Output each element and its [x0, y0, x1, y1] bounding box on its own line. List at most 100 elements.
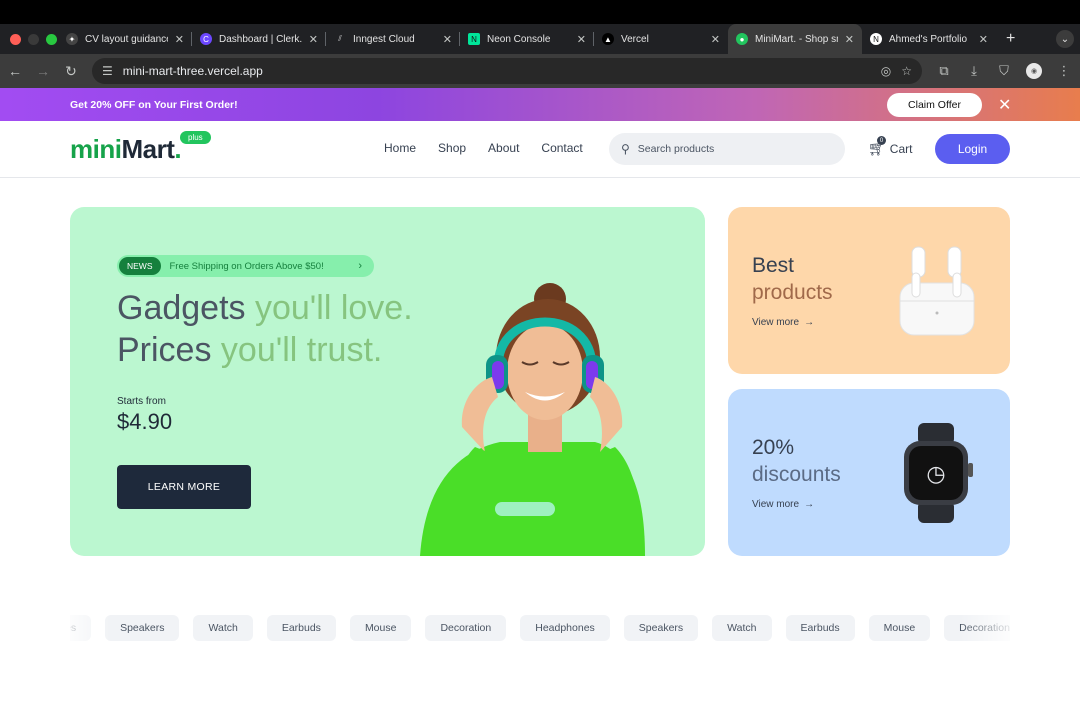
- headline-part: Gadgets: [117, 289, 255, 327]
- inngest-icon: ⫽: [338, 34, 342, 43]
- close-tab-icon[interactable]: ✕: [443, 33, 452, 46]
- card-title-line: 20%: [752, 436, 795, 459]
- arrow-right-icon: →: [804, 317, 815, 328]
- nav-contact[interactable]: Contact: [541, 141, 582, 155]
- browser-tab[interactable]: N Ahmed's Portfolio ✕: [862, 24, 996, 54]
- card-title-highlight: products: [752, 281, 833, 304]
- headline-part: Prices: [117, 331, 221, 369]
- category-chip[interactable]: Headphones: [520, 615, 610, 641]
- close-tab-icon[interactable]: ✕: [845, 33, 854, 46]
- window-controls: [0, 33, 58, 45]
- new-tab-icon[interactable]: +: [1006, 30, 1015, 48]
- eye-off-icon[interactable]: ◎: [881, 64, 891, 78]
- close-tab-icon[interactable]: ✕: [175, 33, 184, 46]
- search-input[interactable]: [637, 143, 818, 155]
- starting-price: $4.90: [117, 409, 173, 434]
- woman-with-headphones-image: [420, 283, 645, 556]
- cart-icon: 🛒︎ 0: [868, 136, 886, 156]
- site-settings-icon[interactable]: ☰: [102, 64, 113, 78]
- search-box[interactable]: ⚲: [609, 133, 845, 165]
- back-arrow-icon[interactable]: ←: [8, 63, 22, 79]
- view-more-link[interactable]: View more →: [752, 499, 814, 510]
- browser-tab[interactable]: ▲ Vercel ✕: [594, 24, 728, 54]
- profile-avatar[interactable]: ◉: [1026, 63, 1042, 79]
- reload-icon[interactable]: ↻: [64, 63, 78, 80]
- nav-shop[interactable]: Shop: [438, 141, 466, 155]
- extensions-icon[interactable]: ⧉: [936, 63, 952, 79]
- chevron-right-icon: ›: [358, 260, 362, 272]
- browser-tab[interactable]: ⫽ Inngest Cloud ✕: [326, 24, 460, 54]
- tab-title: Inngest Cloud: [353, 33, 415, 45]
- chips-fade-left: [60, 610, 110, 646]
- headline-highlight: you'll love.: [254, 289, 413, 327]
- category-chip[interactable]: Earbuds: [266, 615, 336, 641]
- kebab-menu-icon[interactable]: ⋮: [1056, 63, 1072, 79]
- maximize-window-button[interactable]: [46, 33, 57, 45]
- portfolio-icon: N: [870, 33, 882, 45]
- search-icon: ⚲: [621, 142, 630, 156]
- download-icon[interactable]: ⤓: [966, 63, 982, 79]
- discounts-card[interactable]: 20% discounts View more → ◷: [728, 389, 1010, 556]
- category-chips: es Speakers Watch Earbuds Mouse Decorati…: [70, 615, 1010, 641]
- url-text[interactable]: mini-mart-three.vercel.app: [123, 64, 871, 78]
- view-more-link[interactable]: View more →: [752, 317, 814, 328]
- logo-mini: mini: [70, 134, 122, 164]
- learn-more-button[interactable]: LEARN MORE: [117, 465, 251, 509]
- browser-tab-bar: ✦ CV layout guidance ✕ C Dashboard | Cle…: [0, 24, 1080, 54]
- category-chip[interactable]: Watch: [193, 615, 253, 641]
- news-pill[interactable]: NEWS Free Shipping on Orders Above $50! …: [117, 255, 374, 277]
- login-button[interactable]: Login: [935, 134, 1010, 164]
- card-title: Best products: [752, 252, 833, 306]
- browser-tab[interactable]: N Neon Console ✕: [460, 24, 594, 54]
- bookmark-star-icon[interactable]: ☆: [901, 64, 912, 78]
- browser-tab[interactable]: ✦ CV layout guidance ✕: [58, 24, 192, 54]
- tab-title: MiniMart. - Shop sn: [755, 33, 838, 45]
- smartwatch-image: ◷: [904, 423, 973, 523]
- hero-headline: Gadgets you'll love. Prices you'll trust…: [117, 287, 413, 371]
- tab-title: Dashboard | Clerk.c: [219, 33, 302, 45]
- close-tab-icon[interactable]: ✕: [309, 33, 318, 46]
- logo-mart: Mart: [121, 134, 175, 164]
- close-tab-icon[interactable]: ✕: [979, 33, 988, 46]
- forward-arrow-icon[interactable]: →: [36, 63, 50, 79]
- view-more-label: View more: [752, 499, 800, 510]
- cart-count-badge: 0: [877, 136, 886, 145]
- card-title: 20% discounts: [752, 434, 841, 488]
- minimize-window-button[interactable]: [28, 33, 39, 45]
- category-chip[interactable]: Decoration: [425, 615, 507, 641]
- close-tab-icon[interactable]: ✕: [577, 33, 586, 46]
- news-text: Free Shipping on Orders Above $50!: [169, 260, 324, 272]
- browser-tab-active[interactable]: ● MiniMart. - Shop sn ✕: [728, 24, 862, 54]
- hero-banner: NEWS Free Shipping on Orders Above $50! …: [70, 207, 705, 556]
- tab-search-icon[interactable]: ⌄: [1056, 30, 1074, 48]
- shield-icon[interactable]: ⛉: [996, 63, 1012, 79]
- claim-offer-button[interactable]: Claim Offer: [887, 93, 982, 117]
- airpods-image: [899, 246, 975, 336]
- address-bar-row: ← → ↻ ☰ mini-mart-three.vercel.app ◎ ☆ ⧉…: [0, 54, 1080, 88]
- nav-home[interactable]: Home: [384, 141, 416, 155]
- neon-icon: N: [468, 33, 480, 45]
- browser-tab[interactable]: C Dashboard | Clerk.c ✕: [192, 24, 326, 54]
- card-title-highlight: discounts: [752, 463, 841, 486]
- best-products-card[interactable]: Best products View more →: [728, 207, 1010, 374]
- category-chip[interactable]: Earbuds: [785, 615, 855, 641]
- url-omnibox[interactable]: ☰ mini-mart-three.vercel.app ◎ ☆: [92, 58, 922, 84]
- clerk-icon: C: [200, 33, 212, 45]
- promo-banner: Get 20% OFF on Your First Order! Claim O…: [0, 88, 1080, 121]
- logo[interactable]: miniMart.: [70, 134, 182, 165]
- close-tab-icon[interactable]: ✕: [711, 33, 720, 46]
- category-chip[interactable]: Mouse: [349, 615, 412, 641]
- main-nav: Home Shop About Contact: [384, 141, 583, 155]
- screen-top-strip: [0, 0, 1080, 24]
- category-chip[interactable]: Mouse: [868, 615, 931, 641]
- minimart-icon: ●: [736, 33, 748, 45]
- close-icon[interactable]: ✕: [998, 95, 1011, 115]
- category-chip[interactable]: Speakers: [105, 615, 180, 641]
- category-chip[interactable]: Watch: [712, 615, 772, 641]
- news-tag: NEWS: [119, 257, 161, 275]
- cart-button[interactable]: 🛒︎ 0 Cart: [868, 136, 912, 157]
- category-chip[interactable]: Speakers: [623, 615, 699, 641]
- close-window-button[interactable]: [10, 33, 21, 45]
- tab-title: Ahmed's Portfolio: [889, 33, 968, 45]
- nav-about[interactable]: About: [488, 141, 519, 155]
